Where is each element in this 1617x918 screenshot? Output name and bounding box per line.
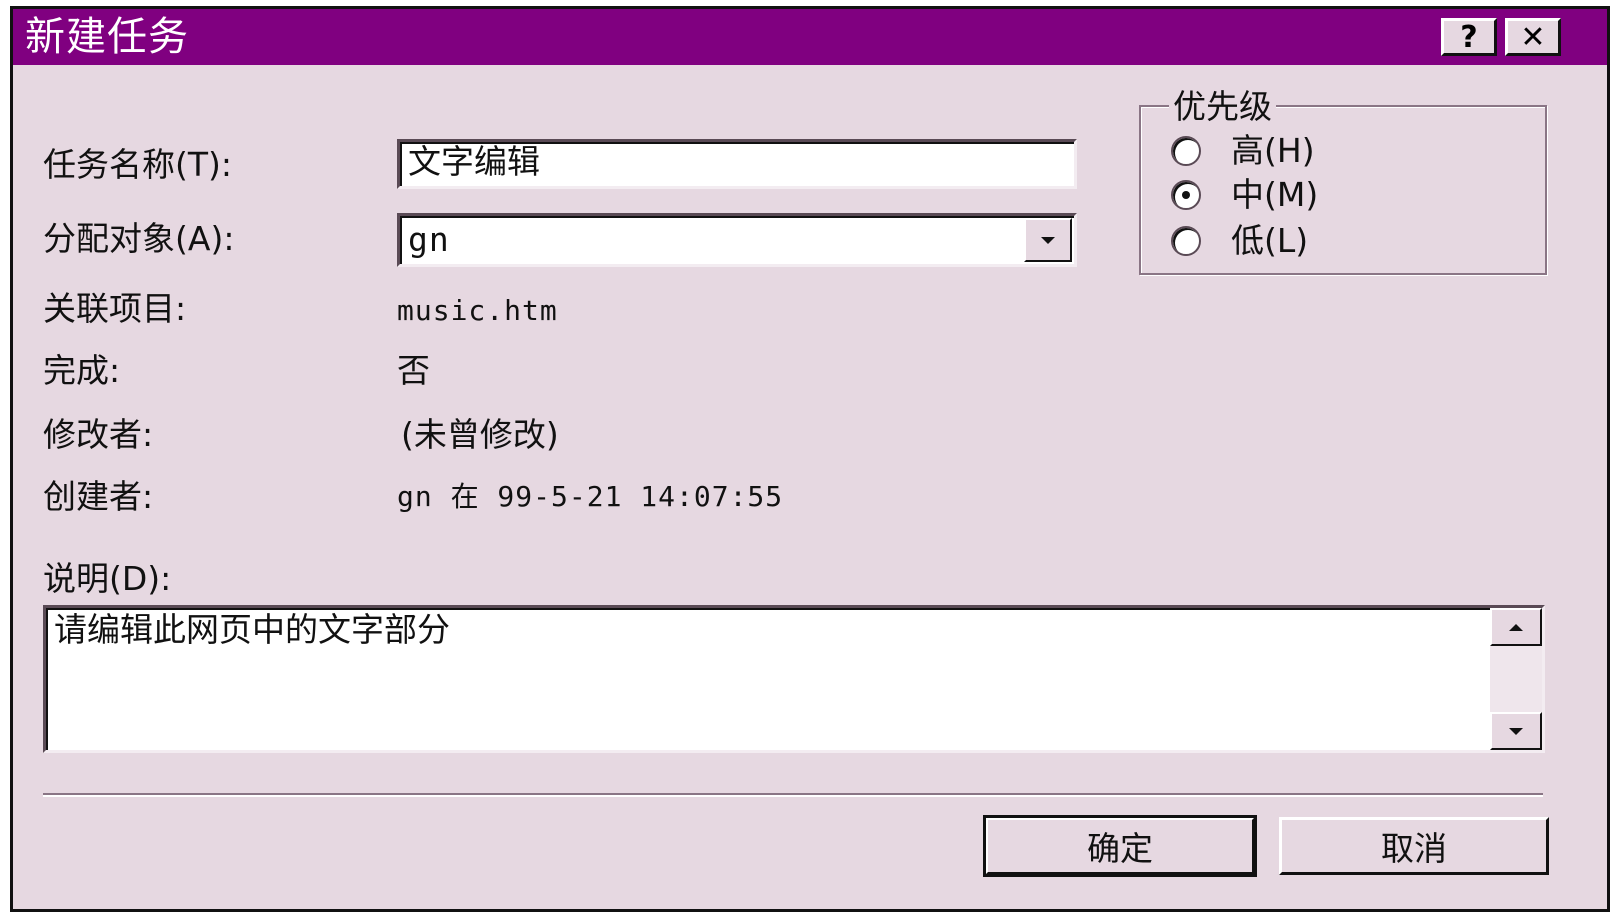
priority-medium-radio[interactable]: 中(M): [1171, 175, 1318, 215]
title-bar[interactable]: 新建任务 ? ✕: [13, 9, 1607, 65]
task-name-value: 文字编辑: [408, 142, 540, 181]
project-value: music.htm: [397, 294, 558, 327]
help-button[interactable]: ?: [1441, 18, 1497, 56]
close-button[interactable]: ✕: [1505, 18, 1561, 56]
separator: [43, 793, 1543, 797]
radio-button-selected[interactable]: [1171, 180, 1201, 210]
dropdown-button[interactable]: [1024, 218, 1072, 262]
description-scrollbar[interactable]: [1490, 608, 1542, 750]
scroll-up-button[interactable]: [1490, 608, 1542, 646]
description-textarea[interactable]: 请编辑此网页中的文字部分: [43, 605, 1545, 753]
priority-low-radio[interactable]: 低(L): [1171, 221, 1308, 261]
cancel-button[interactable]: 取消: [1279, 817, 1549, 875]
completed-label: 完成:: [43, 351, 121, 390]
chevron-down-icon: [1041, 236, 1055, 244]
modified-by-value: (未曾修改): [401, 415, 559, 454]
priority-medium-label: 中(M): [1231, 175, 1319, 214]
new-task-dialog: 新建任务 ? ✕ 任务名称(T): 文字编辑 分配对象(A): gn 关联项目:…: [10, 6, 1610, 912]
dialog-title: 新建任务: [25, 14, 189, 60]
priority-high-radio[interactable]: 高(H): [1171, 131, 1315, 171]
completed-value: 否: [397, 351, 430, 390]
modified-by-label: 修改者:: [43, 415, 154, 454]
created-by-value: gn 在 99-5-21 14:07:55: [397, 480, 784, 513]
radio-dot-icon: [1182, 191, 1190, 199]
chevron-down-icon: [1509, 727, 1523, 735]
project-label: 关联项目:: [43, 289, 187, 328]
ok-button[interactable]: 确定: [983, 815, 1257, 877]
priority-legend: 优先级: [1169, 87, 1276, 127]
assign-to-value: gn: [408, 220, 450, 259]
task-name-label: 任务名称(T):: [43, 145, 233, 184]
created-by-label: 创建者:: [43, 477, 154, 516]
description-value: 请编辑此网页中的文字部分: [54, 610, 450, 649]
priority-low-label: 低(L): [1231, 221, 1309, 260]
priority-high-label: 高(H): [1231, 131, 1315, 170]
assign-to-combobox[interactable]: gn: [397, 213, 1077, 267]
chevron-up-icon: [1509, 623, 1523, 631]
assign-to-label: 分配对象(A):: [43, 219, 235, 258]
radio-button[interactable]: [1171, 226, 1201, 256]
description-label: 说明(D):: [43, 559, 172, 598]
radio-button[interactable]: [1171, 136, 1201, 166]
scroll-down-button[interactable]: [1490, 712, 1542, 750]
task-name-input[interactable]: 文字编辑: [397, 139, 1077, 189]
